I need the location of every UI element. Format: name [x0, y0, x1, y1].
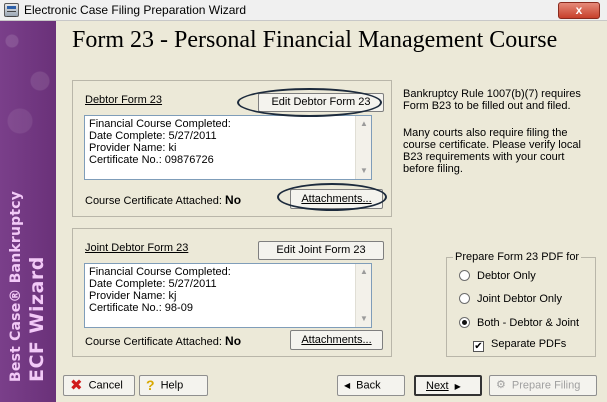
radio-icon[interactable] — [459, 317, 470, 328]
radio-joint-debtor-only[interactable]: Joint Debtor Only — [459, 293, 562, 307]
x-icon: ✖ — [70, 377, 83, 394]
scroll-up-arrow-icon[interactable]: ▲ — [356, 265, 372, 279]
prepare-pdf-group: Prepare Form 23 PDF for Debtor Only Join… — [446, 251, 596, 357]
prepare-pdf-legend: Prepare Form 23 PDF for — [453, 251, 582, 263]
scroll-down-arrow-icon[interactable]: ▼ — [356, 312, 372, 326]
checkbox-checked-icon[interactable]: ✔ — [473, 341, 484, 352]
help-label: Help — [160, 379, 184, 392]
list-item: Provider Name: kj — [89, 290, 177, 302]
certificate-label: Course Certificate Attached: — [85, 336, 222, 348]
list-item: Financial Course Completed: — [89, 266, 231, 278]
certificate-value: No — [225, 193, 242, 207]
radio-icon[interactable] — [459, 293, 470, 304]
next-button[interactable]: Next ▶ — [414, 375, 482, 396]
list-item: Financial Course Completed: — [89, 118, 231, 130]
edit-joint-form-button[interactable]: Edit Joint Form 23 — [258, 241, 384, 260]
back-label: Back — [356, 379, 381, 392]
checkbox-label: Separate PDFs — [491, 338, 567, 350]
edit-debtor-form-button[interactable]: Edit Debtor Form 23 — [258, 93, 384, 112]
debtor-group: Debtor Form 23 Edit Debtor Form 23 Finan… — [72, 80, 392, 217]
list-item: Certificate No.: 09876726 — [89, 154, 214, 166]
debtor-attachments-button[interactable]: Attachments... — [290, 189, 383, 209]
list-item: Date Complete: 5/27/2011 — [89, 130, 217, 142]
joint-debtor-label: Joint Debtor Form 23 — [85, 242, 189, 254]
joint-debtor-details-list[interactable]: Financial Course Completed: Date Complet… — [84, 263, 372, 328]
list-item: Certificate No.: 98-09 — [89, 302, 193, 314]
prepare-filing-button[interactable]: ⚙ Prepare Filing — [489, 375, 597, 396]
sidebar-brand: Best Case® Bankruptcy ECF Wizard — [6, 190, 50, 392]
cancel-label: Cancel — [88, 379, 123, 392]
joint-debtor-group: Joint Debtor Form 23 Edit Joint Form 23 … — [72, 228, 392, 357]
scroll-down-arrow-icon[interactable]: ▼ — [356, 164, 372, 178]
scrollbar[interactable]: ▲ ▼ — [355, 116, 371, 179]
scrollbar[interactable]: ▲ ▼ — [355, 264, 371, 327]
sidebar-brand-line1: Best Case® Bankruptcy — [8, 190, 24, 382]
radio-label: Joint Debtor Only — [477, 293, 562, 305]
triangle-right-icon: ▶ — [454, 382, 461, 391]
triangle-left-icon: ◀ — [344, 381, 351, 390]
debtor-details-list[interactable]: Financial Course Completed: Date Complet… — [84, 115, 372, 180]
scroll-up-arrow-icon[interactable]: ▲ — [356, 117, 372, 131]
app-icon[interactable] — [4, 3, 19, 17]
window-title: Electronic Case Filing Preparation Wizar… — [24, 3, 247, 17]
joint-attachments-button[interactable]: Attachments... — [290, 330, 383, 350]
question-icon: ? — [146, 377, 155, 393]
radio-icon[interactable] — [459, 270, 470, 281]
title-bar: Electronic Case Filing Preparation Wizar… — [0, 0, 607, 21]
sidebar: Best Case® Bankruptcy ECF Wizard — [0, 21, 56, 402]
separate-pdfs-checkbox[interactable]: ✔ Separate PDFs — [473, 338, 566, 352]
cancel-button[interactable]: ✖ Cancel — [63, 375, 135, 396]
rule-info-text: Bankruptcy Rule 1007(b)(7) requires Form… — [403, 88, 581, 112]
certificate-label: Course Certificate Attached: — [85, 195, 222, 207]
back-button[interactable]: ◀ Back — [337, 375, 405, 396]
list-item: Provider Name: ki — [89, 142, 177, 154]
next-label: Next — [426, 380, 449, 393]
gears-icon: ⚙ — [496, 379, 506, 391]
certificate-value: No — [225, 334, 242, 348]
radio-both[interactable]: Both - Debtor & Joint — [459, 317, 579, 331]
radio-label: Both - Debtor & Joint — [477, 317, 580, 329]
certificate-info-text: Many courts also require filing the cour… — [403, 127, 581, 175]
joint-certificate-status: Course Certificate Attached: No — [85, 334, 241, 348]
help-button[interactable]: ? Help — [139, 375, 208, 396]
prepare-filing-label: Prepare Filing — [511, 379, 581, 392]
radio-label: Debtor Only — [477, 270, 536, 282]
debtor-label: Debtor Form 23 — [85, 94, 163, 106]
close-button[interactable]: x — [558, 2, 600, 19]
radio-debtor-only[interactable]: Debtor Only — [459, 270, 536, 284]
debtor-certificate-status: Course Certificate Attached: No — [85, 193, 241, 207]
sidebar-decoration — [0, 21, 56, 161]
page-title: Form 23 - Personal Financial Management … — [72, 27, 558, 53]
sidebar-brand-line2: ECF Wizard — [26, 256, 48, 382]
list-item: Date Complete: 5/27/2011 — [89, 278, 217, 290]
